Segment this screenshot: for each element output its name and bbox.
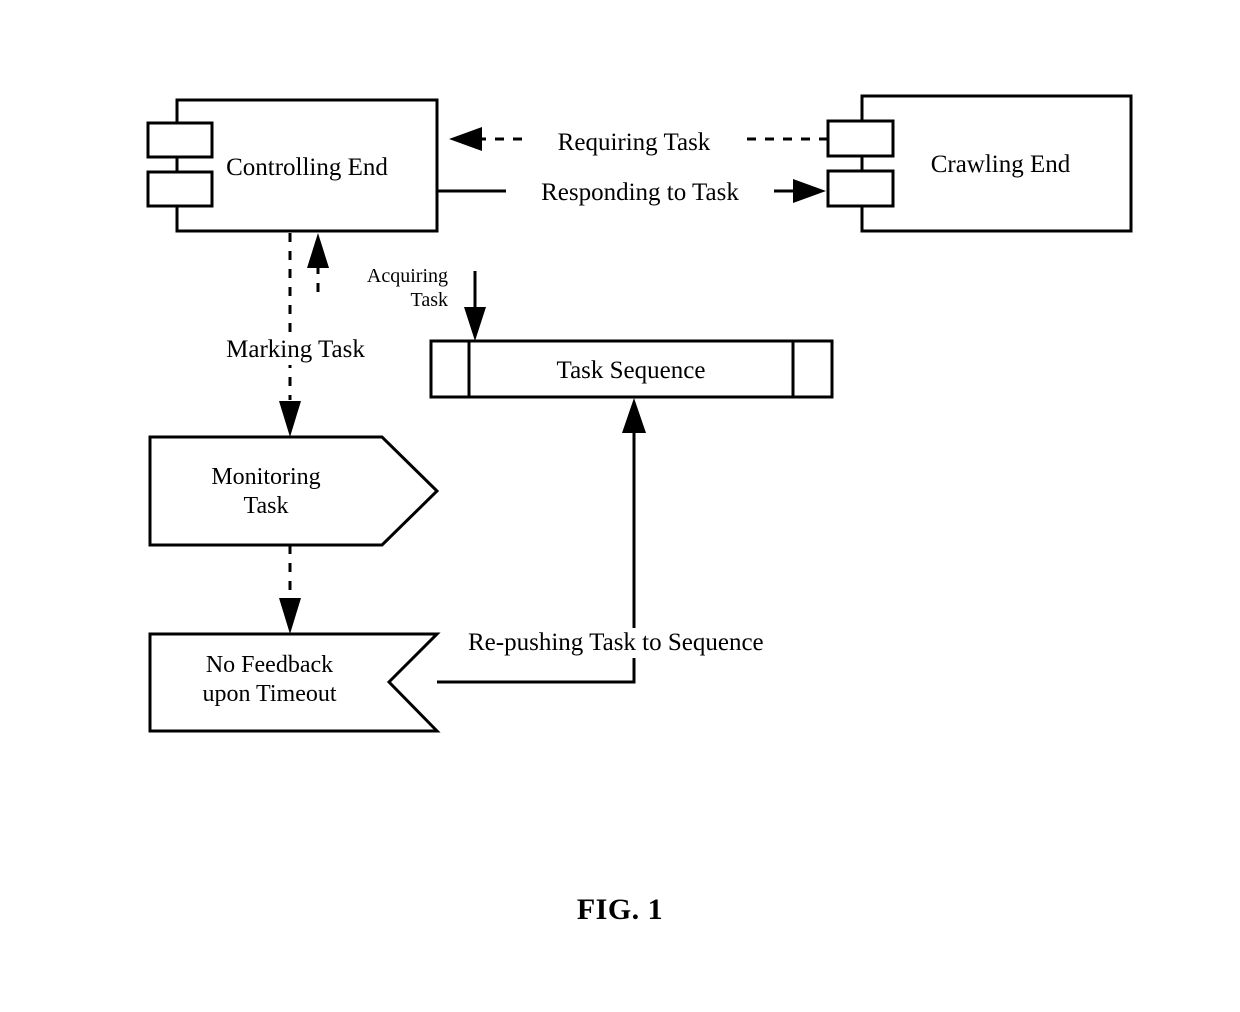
marking-task-arrowhead [279, 401, 301, 437]
node-task-sequence [429, 339, 834, 399]
monitoring-to-timeout-arrowhead [279, 598, 301, 634]
figure-caption: FIG. 1 [576, 893, 664, 926]
acquiring-task-arrowhead [307, 233, 329, 268]
figure-page: Controlling End Crawling End Task Sequen… [0, 0, 1240, 1012]
responding-to-task-arrowhead [793, 179, 826, 203]
no-feedback-shape [148, 632, 441, 733]
task-sequence-body [429, 339, 834, 399]
controlling-to-sequence-arrowhead [464, 307, 486, 341]
requiring-task-arrowhead [449, 127, 482, 151]
re-pushing-path [437, 432, 636, 684]
crawling-end-connector-bottom [826, 169, 895, 208]
re-pushing-arrowhead [622, 398, 646, 433]
node-controlling-end [146, 98, 439, 233]
edge-acquiring-task [307, 233, 329, 292]
edge-controlling-to-sequence [464, 271, 486, 341]
edge-responding-to-task [437, 179, 826, 203]
edge-re-pushing-task-to-sequence [437, 398, 646, 684]
edge-monitoring-to-timeout [279, 545, 301, 634]
edge-requiring-task [449, 127, 828, 151]
monitoring-task-shape [148, 435, 440, 547]
controlling-end-connector-bottom [146, 170, 214, 208]
node-crawling-end [826, 94, 1133, 233]
crawling-end-connector-top [826, 119, 895, 158]
figure-canvas [146, 94, 1133, 733]
controlling-end-body [175, 98, 439, 233]
controlling-end-connector-top [146, 121, 214, 159]
crawling-end-body [860, 94, 1133, 233]
edge-marking-task [279, 233, 301, 437]
